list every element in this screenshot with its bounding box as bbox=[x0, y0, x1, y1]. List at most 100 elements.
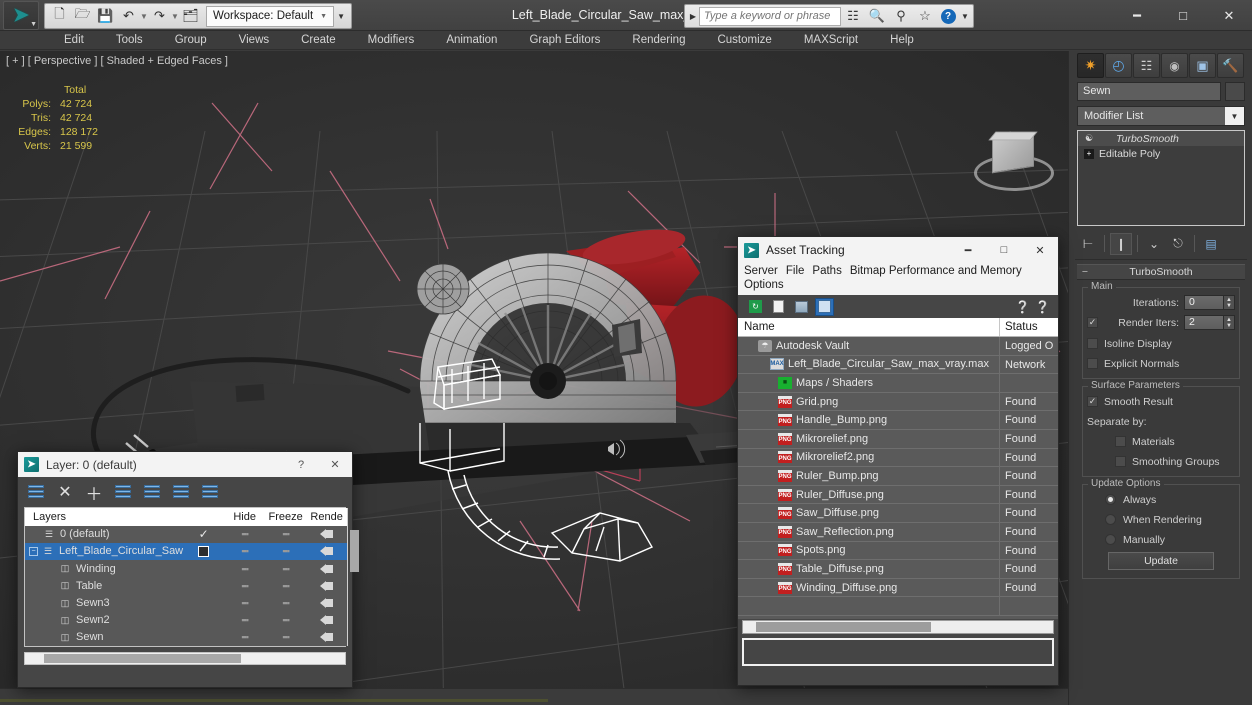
radio-always[interactable] bbox=[1105, 494, 1116, 505]
update-mode-when-rendering[interactable]: When Rendering bbox=[1087, 511, 1235, 528]
modifier-stack-item-turbosmooth[interactable]: ☯ TurboSmooth bbox=[1078, 131, 1244, 146]
column-header-status[interactable]: Status bbox=[1000, 318, 1058, 336]
highlight-selected-objects-icon[interactable] bbox=[169, 480, 193, 504]
table-row[interactable]: PNG Saw_Reflection.png Found bbox=[738, 522, 1058, 542]
expand-icon[interactable]: − bbox=[29, 546, 38, 556]
delete-layer-icon[interactable]: ✕ bbox=[53, 480, 77, 504]
asset-tracking-list[interactable]: ☂ Autodesk Vault Logged O MAX Left_Blade_C… bbox=[738, 337, 1058, 619]
explicit-normals-checkbox[interactable] bbox=[1087, 358, 1098, 369]
menu-edit[interactable]: Edit bbox=[48, 31, 100, 50]
table-row[interactable]: ☂ Autodesk Vault Logged O bbox=[738, 337, 1058, 356]
view-cube-top-face[interactable] bbox=[988, 131, 1038, 141]
menu-rendering[interactable]: Rendering bbox=[616, 31, 701, 50]
menu-server[interactable]: Server bbox=[744, 264, 786, 278]
render-toggle[interactable] bbox=[306, 598, 347, 609]
hide-toggle[interactable]: ▪▪▪ bbox=[224, 529, 265, 539]
modifier-stack[interactable]: ☯ TurboSmooth + Editable Poly bbox=[1077, 130, 1245, 226]
search-expand-icon[interactable]: ▶ bbox=[687, 12, 699, 21]
new-file-icon[interactable]: 🗋 bbox=[48, 5, 71, 27]
refresh-icon[interactable]: ↻ bbox=[746, 298, 765, 316]
help-icon[interactable]: ❔ bbox=[1015, 300, 1030, 314]
maximize-button[interactable]: □ bbox=[986, 237, 1022, 263]
list-view-icon[interactable] bbox=[769, 298, 788, 316]
menu-bitmap-performance[interactable]: Bitmap Performance and Memory bbox=[850, 264, 1030, 278]
active-layer-checkbox[interactable] bbox=[183, 545, 224, 557]
menu-paths[interactable]: Paths bbox=[812, 264, 849, 278]
smooth-result-checkbox[interactable]: ✓ bbox=[1087, 396, 1098, 407]
iterations-value[interactable]: 0 bbox=[1184, 295, 1224, 310]
layer-list-grid[interactable]: Layers Hide Freeze Rende ☰ 0 (default) ✓… bbox=[24, 507, 360, 647]
hide-toggle[interactable]: ▪▪▪ bbox=[224, 632, 265, 642]
motion-tab[interactable]: ◉ bbox=[1161, 53, 1188, 78]
render-iters-value[interactable]: 2 bbox=[1184, 315, 1224, 330]
horizontal-scrollbar[interactable] bbox=[742, 620, 1054, 634]
select-highlighted-objects-icon[interactable] bbox=[140, 480, 164, 504]
active-layer-checkmark[interactable]: ✓ bbox=[183, 527, 224, 541]
save-file-icon[interactable]: 💾 bbox=[94, 5, 117, 27]
table-row[interactable]: PNG Handle_Bump.png Found bbox=[738, 411, 1058, 430]
column-header-hide[interactable]: Hide bbox=[224, 511, 265, 523]
horizontal-scrollbar[interactable] bbox=[24, 652, 346, 665]
menu-options[interactable]: Options bbox=[744, 278, 792, 292]
object-name-field[interactable]: Sewn bbox=[1077, 82, 1221, 101]
spinner-arrows-icon[interactable]: ▲ ▼ bbox=[1224, 315, 1235, 330]
modifier-stack-item-editable-poly[interactable]: + Editable Poly bbox=[1078, 146, 1244, 161]
render-toggle[interactable] bbox=[306, 615, 347, 626]
modifier-list-dropdown[interactable]: Modifier List ▼ bbox=[1077, 106, 1245, 126]
collapse-icon[interactable]: − bbox=[1077, 266, 1093, 278]
object-color-swatch[interactable] bbox=[1225, 82, 1245, 101]
freeze-toggle[interactable]: ▪▪▪ bbox=[265, 581, 306, 591]
lightbulb-icon[interactable]: ☯ bbox=[1082, 133, 1096, 144]
hide-toggle[interactable]: ▪▪▪ bbox=[224, 564, 265, 574]
isoline-display-row[interactable]: Isoline Display bbox=[1087, 335, 1235, 352]
table-row[interactable]: PNG Saw_Diffuse.png Found bbox=[738, 504, 1058, 523]
expand-icon[interactable]: + bbox=[1084, 148, 1094, 159]
table-row[interactable]: PNG Table_Diffuse.png Found bbox=[738, 560, 1058, 579]
render-toggle[interactable] bbox=[306, 632, 347, 643]
star-icon[interactable]: ☆ bbox=[913, 6, 937, 26]
update-button[interactable]: Update bbox=[1108, 552, 1214, 570]
update-mode-always[interactable]: Always bbox=[1087, 491, 1235, 508]
update-mode-manually[interactable]: Manually bbox=[1087, 531, 1235, 548]
radio-manually[interactable] bbox=[1105, 534, 1116, 545]
smoothing-groups-row[interactable]: Smoothing Groups bbox=[1087, 453, 1235, 470]
column-header-render[interactable]: Rende bbox=[306, 511, 347, 523]
show-end-result-icon[interactable]: ❙ bbox=[1110, 232, 1132, 255]
render-toggle[interactable] bbox=[306, 546, 347, 557]
table-row[interactable]: PNG Winding_Diffuse.png Found bbox=[738, 578, 1058, 598]
hide-toggle[interactable]: ▪▪▪ bbox=[224, 615, 265, 625]
layer-dialog-title-bar[interactable]: ➤ Layer: 0 (default) ? ✕ bbox=[18, 452, 352, 477]
render-toggle[interactable] bbox=[306, 529, 347, 540]
chevron-down-icon[interactable]: ▼ bbox=[1225, 107, 1244, 125]
magnifier-icon[interactable]: 🔍 bbox=[865, 6, 889, 26]
create-new-layer-icon[interactable] bbox=[24, 480, 48, 504]
menu-animation[interactable]: Animation bbox=[430, 31, 513, 50]
binoculars-icon[interactable]: ☷ bbox=[841, 6, 865, 26]
list-item[interactable]: ◫ Sewn ▪▪▪ ▪▪▪ bbox=[25, 629, 347, 646]
open-file-icon[interactable]: 🗁 bbox=[71, 5, 94, 27]
menu-file[interactable]: File bbox=[786, 264, 813, 278]
menu-views[interactable]: Views bbox=[223, 31, 285, 50]
table-row[interactable]: PNG Ruler_Bump.png Found bbox=[738, 467, 1058, 486]
table-row[interactable]: PNG Spots.png Found bbox=[738, 541, 1058, 561]
scrollbar-thumb[interactable] bbox=[350, 530, 360, 572]
thumbnail-view-icon[interactable] bbox=[792, 298, 811, 316]
context-help-icon[interactable]: ❔ bbox=[1035, 300, 1050, 314]
close-button[interactable]: ✕ bbox=[1022, 237, 1058, 263]
pin-stack-icon[interactable]: ⊢ bbox=[1077, 233, 1099, 255]
spinner-arrows-icon[interactable]: ▲ ▼ bbox=[1224, 295, 1235, 310]
smooth-result-row[interactable]: ✓ Smooth Result bbox=[1087, 393, 1235, 410]
undo-dropdown-caret[interactable]: ▼ bbox=[140, 12, 148, 21]
menu-tools[interactable]: Tools bbox=[100, 31, 159, 50]
search-input[interactable] bbox=[699, 6, 841, 26]
render-iters-spinner[interactable]: 2 ▲ ▼ bbox=[1184, 315, 1235, 330]
minimize-button[interactable]: ━ bbox=[950, 237, 986, 263]
isoline-display-checkbox[interactable] bbox=[1087, 338, 1098, 349]
freeze-toggle[interactable]: ▪▪▪ bbox=[265, 598, 306, 608]
list-item[interactable]: ◫ Sewn3 ▪▪▪ ▪▪▪ bbox=[25, 594, 347, 611]
asset-tracking-title-bar[interactable]: ➤ Asset Tracking ━ □ ✕ bbox=[738, 237, 1058, 263]
help-button[interactable]: ? bbox=[937, 6, 959, 26]
workspace-selector[interactable]: Workspace: Default ▼ bbox=[206, 5, 335, 27]
workspace-dropdown-button[interactable]: ▼ bbox=[334, 12, 348, 21]
minimize-button[interactable]: ━ bbox=[1114, 0, 1160, 31]
